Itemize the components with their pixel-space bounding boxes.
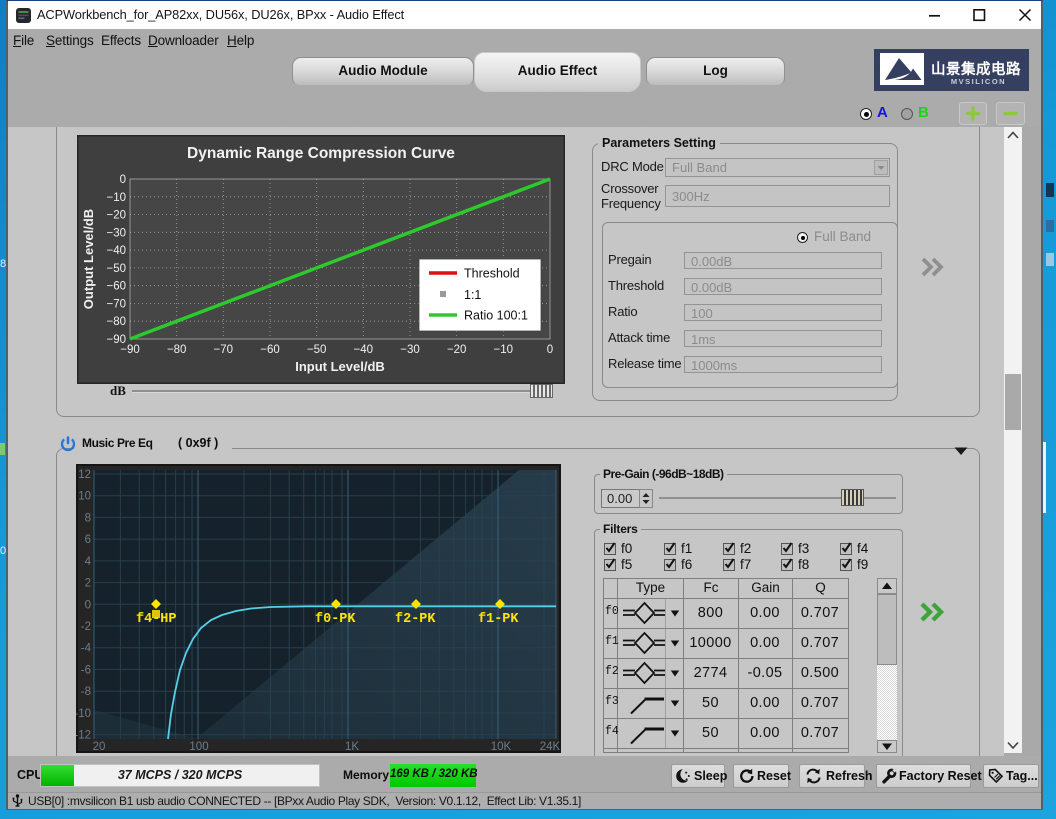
svg-text:0: 0 bbox=[547, 344, 553, 356]
svg-text:−50: −50 bbox=[307, 344, 327, 356]
svg-text:−50: −50 bbox=[106, 263, 126, 275]
svg-text:f1-PK: f1-PK bbox=[478, 612, 519, 627]
svg-text:−30: −30 bbox=[106, 227, 126, 239]
svg-text:−70: −70 bbox=[214, 344, 234, 356]
svg-text:−60: −60 bbox=[106, 281, 126, 293]
svg-text:1:1: 1:1 bbox=[464, 288, 481, 302]
svg-text:4: 4 bbox=[85, 556, 92, 568]
svg-text:Output Level/dB: Output Level/dB bbox=[81, 209, 96, 309]
svg-text:Input Level/dB: Input Level/dB bbox=[295, 359, 385, 374]
svg-text:0: 0 bbox=[85, 599, 91, 611]
svg-text:0: 0 bbox=[120, 174, 126, 186]
svg-text:-2: -2 bbox=[81, 621, 91, 633]
svg-text:−40: −40 bbox=[106, 245, 126, 257]
svg-text:−80: −80 bbox=[106, 316, 126, 328]
svg-text:1K: 1K bbox=[345, 741, 359, 753]
svg-text:−20: −20 bbox=[106, 210, 126, 222]
svg-text:12: 12 bbox=[78, 469, 91, 481]
svg-text:-12: -12 bbox=[76, 730, 91, 742]
svg-text:f2-PK: f2-PK bbox=[395, 612, 436, 627]
svg-text:−70: −70 bbox=[106, 298, 126, 310]
svg-text:Threshold: Threshold bbox=[464, 267, 520, 281]
svg-text:10: 10 bbox=[78, 491, 91, 503]
svg-text:8: 8 bbox=[85, 512, 91, 524]
svg-text:100: 100 bbox=[189, 741, 208, 753]
svg-text:-6: -6 bbox=[81, 664, 91, 676]
svg-text:−20: −20 bbox=[447, 344, 467, 356]
svg-text:10K: 10K bbox=[491, 741, 512, 753]
svg-text:Ratio 100:1: Ratio 100:1 bbox=[464, 309, 528, 323]
svg-text:f0-PK: f0-PK bbox=[315, 612, 356, 627]
svg-text:-8: -8 bbox=[81, 686, 91, 698]
svg-text:−30: −30 bbox=[400, 344, 420, 356]
svg-text:Dynamic Range Compression Curv: Dynamic Range Compression Curve bbox=[187, 145, 455, 162]
svg-text:−60: −60 bbox=[260, 344, 280, 356]
svg-text:−10: −10 bbox=[494, 344, 514, 356]
svg-text:24K: 24K bbox=[540, 741, 561, 753]
svg-text:20: 20 bbox=[93, 741, 106, 753]
svg-text:−10: −10 bbox=[106, 192, 126, 204]
svg-text:−40: −40 bbox=[354, 344, 374, 356]
svg-text:-4: -4 bbox=[81, 643, 92, 655]
svg-text:6: 6 bbox=[85, 534, 91, 546]
svg-text:2: 2 bbox=[85, 578, 91, 590]
svg-text:-10: -10 bbox=[76, 708, 91, 720]
svg-text:−80: −80 bbox=[167, 344, 187, 356]
svg-text:−90: −90 bbox=[120, 344, 140, 356]
